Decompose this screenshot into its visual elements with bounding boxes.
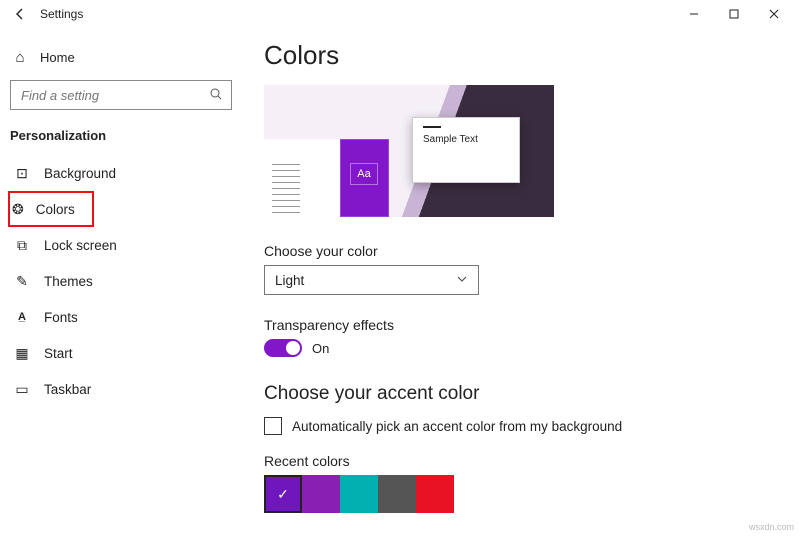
auto-pick-label: Automatically pick an accent color from … <box>292 419 622 434</box>
page-title: Colors <box>264 40 800 71</box>
check-icon: ✓ <box>277 486 289 503</box>
recent-colors-label: Recent colors <box>264 453 800 469</box>
picture-icon: ⊡ <box>12 165 32 182</box>
checkbox-icon <box>264 417 282 435</box>
palette-icon: ❂ <box>12 201 24 218</box>
transparency-label: Transparency effects <box>264 317 800 333</box>
sidebar-item-fonts[interactable]: A̲ Fonts <box>10 299 232 335</box>
back-button[interactable] <box>6 0 34 28</box>
sidebar-group-title: Personalization <box>10 128 232 143</box>
sidebar-item-label: Lock screen <box>44 238 117 253</box>
watermark: wsxdn.com <box>749 522 794 532</box>
transparency-value: On <box>312 341 329 356</box>
sidebar-item-label: Fonts <box>44 310 78 325</box>
sidebar: ⌂ Home Personalization ⊡ Background ❂ Co… <box>0 28 242 536</box>
sidebar-item-label: Background <box>44 166 116 181</box>
color-swatch[interactable] <box>378 475 416 513</box>
transparency-toggle[interactable] <box>264 339 302 357</box>
search-icon <box>209 87 223 104</box>
title-bar: Settings <box>0 0 800 28</box>
sidebar-item-label: Colors <box>36 202 75 217</box>
lock-icon: ⧉ <box>12 237 32 254</box>
color-swatch[interactable]: ✓ <box>264 475 302 513</box>
preview-window: Sample Text <box>412 117 520 183</box>
sidebar-item-colors[interactable]: ❂ Colors <box>8 191 94 227</box>
sidebar-item-label: Themes <box>44 274 93 289</box>
sidebar-item-lockscreen[interactable]: ⧉ Lock screen <box>10 227 232 263</box>
maximize-button[interactable] <box>714 0 754 28</box>
accent-heading: Choose your accent color <box>264 383 800 405</box>
choose-color-select[interactable]: Light <box>264 265 479 295</box>
color-swatch[interactable] <box>416 475 454 513</box>
taskbar-icon: ▭ <box>12 381 32 398</box>
home-button[interactable]: ⌂ Home <box>10 42 232 72</box>
color-swatch[interactable] <box>302 475 340 513</box>
home-label: Home <box>40 50 75 65</box>
preview-sample-text: Sample Text <box>423 134 509 145</box>
start-icon: ▦ <box>12 345 32 362</box>
sidebar-item-taskbar[interactable]: ▭ Taskbar <box>10 371 232 407</box>
color-preview: Aa Sample Text <box>264 85 554 217</box>
sidebar-item-themes[interactable]: ✎ Themes <box>10 263 232 299</box>
recent-colors: ✓ <box>264 475 800 513</box>
home-icon: ⌂ <box>10 49 30 66</box>
color-swatch[interactable] <box>340 475 378 513</box>
window-title: Settings <box>40 7 83 21</box>
choose-color-label: Choose your color <box>264 243 800 259</box>
sidebar-item-label: Taskbar <box>44 382 91 397</box>
close-button[interactable] <box>754 0 794 28</box>
minimize-button[interactable] <box>674 0 714 28</box>
sidebar-item-background[interactable]: ⊡ Background <box>10 155 232 191</box>
auto-pick-checkbox[interactable]: Automatically pick an accent color from … <box>264 417 800 435</box>
themes-icon: ✎ <box>12 273 32 290</box>
content-pane: Colors Aa Sample Text Choose your color … <box>242 28 800 536</box>
preview-tile-aa: Aa <box>350 163 378 185</box>
sidebar-item-label: Start <box>44 346 73 361</box>
fonts-icon: A̲ <box>12 311 32 323</box>
chevron-down-icon <box>456 273 468 288</box>
search-box[interactable] <box>10 80 232 110</box>
sidebar-item-start[interactable]: ▦ Start <box>10 335 232 371</box>
choose-color-value: Light <box>275 273 304 288</box>
search-input[interactable] <box>19 87 209 104</box>
